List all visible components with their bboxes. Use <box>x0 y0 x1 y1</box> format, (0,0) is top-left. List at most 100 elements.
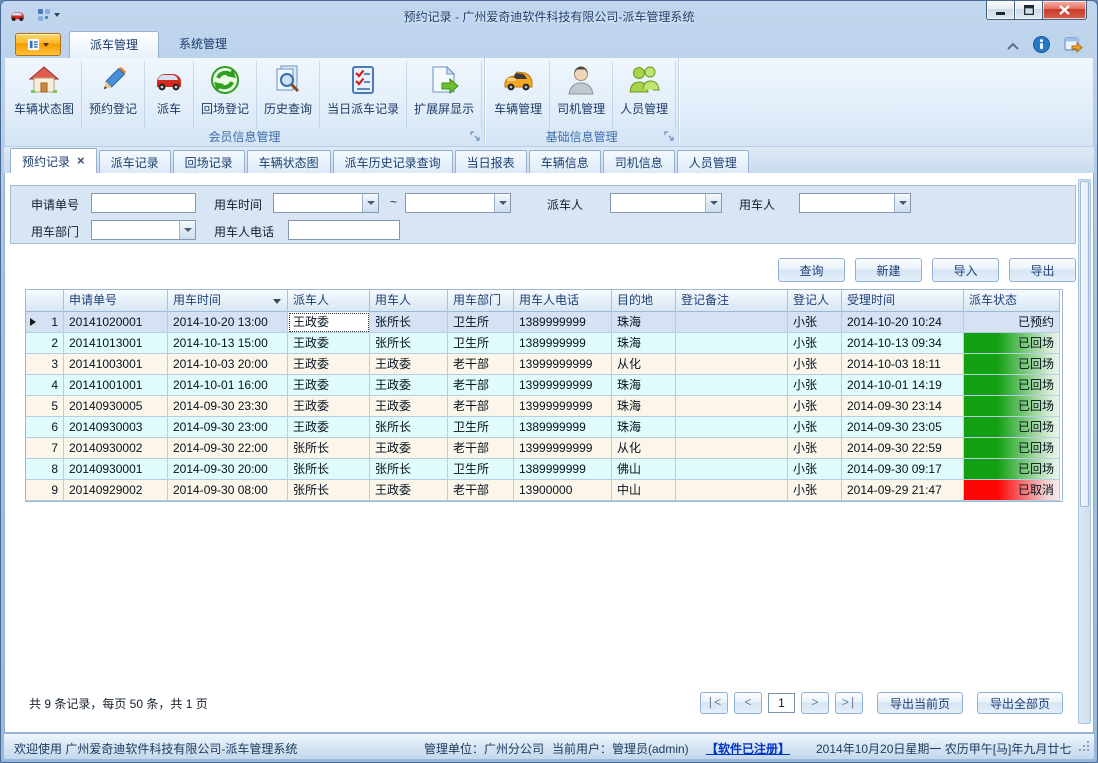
cell-用车部门[interactable]: 卫生所 <box>448 459 514 480</box>
cell-派车人[interactable]: 张所长 <box>288 480 370 501</box>
dialog-launcher-icon[interactable] <box>664 130 674 144</box>
cell-用车人电话[interactable]: 1389999999 <box>514 417 612 438</box>
cell-申请单号[interactable]: 20141020001 <box>64 312 168 333</box>
cell-用车时间[interactable]: 2014-10-20 13:00 <box>168 312 288 333</box>
cell-申请单号[interactable]: 20141013001 <box>64 333 168 354</box>
cell-登记备注[interactable] <box>676 333 788 354</box>
cell-登记备注[interactable] <box>676 459 788 480</box>
ribbon-tab-dispatch-mgmt[interactable]: 派车管理 <box>69 31 159 58</box>
cell-申请单号[interactable]: 20140930002 <box>64 438 168 459</box>
cell-派车人[interactable]: 王政委 <box>288 312 370 333</box>
cell-用车部门[interactable]: 卫生所 <box>448 312 514 333</box>
license-link[interactable]: 【软件已注册】 <box>706 740 790 757</box>
doc-tab-vehicle-info[interactable]: 车辆信息 <box>529 150 601 173</box>
cell-用车人[interactable]: 王政委 <box>370 438 448 459</box>
import-button[interactable]: 导入 <box>932 258 999 282</box>
export-button[interactable]: 导出 <box>1009 258 1076 282</box>
cell-用车时间[interactable]: 2014-09-30 20:00 <box>168 459 288 480</box>
row-number-cell[interactable]: 9 <box>26 480 64 501</box>
doc-tab-dispatch-records[interactable]: 派车记录 <box>99 150 171 173</box>
cell-派车人[interactable]: 张所长 <box>288 459 370 480</box>
cell-受理时间[interactable]: 2014-10-20 10:24 <box>842 312 964 333</box>
column-header-9[interactable]: 受理时间 <box>842 290 964 312</box>
vertical-scrollbar[interactable] <box>1078 179 1091 724</box>
ribbon-button-reserve-register[interactable]: 预约登记 <box>82 61 145 129</box>
cell-用车人电话[interactable]: 13999999999 <box>514 375 612 396</box>
cell-用车人[interactable]: 王政委 <box>370 480 448 501</box>
table-row[interactable]: 7201409300022014-09-30 22:00张所长王政委老干部139… <box>26 438 1062 459</box>
ribbon-button-today-dispatch-records[interactable]: 当日派车记录 <box>320 61 407 129</box>
new-button[interactable]: 新建 <box>855 258 922 282</box>
cell-用车人[interactable]: 王政委 <box>370 396 448 417</box>
cell-用车人[interactable]: 张所长 <box>370 312 448 333</box>
cell-申请单号[interactable]: 20140930003 <box>64 417 168 438</box>
cell-用车人电话[interactable]: 1389999999 <box>514 312 612 333</box>
doc-tab-reserve-records[interactable]: 预约记录× <box>10 148 97 173</box>
doc-tab-driver-info[interactable]: 司机信息 <box>603 150 675 173</box>
cell-dispatch-status[interactable]: 已回场 <box>964 333 1060 354</box>
cell-用车人[interactable]: 王政委 <box>370 354 448 375</box>
cell-用车时间[interactable]: 2014-09-30 23:30 <box>168 396 288 417</box>
first-page-button[interactable]: |< <box>700 692 728 714</box>
table-row[interactable]: 2201410130012014-10-13 15:00王政委张所长卫生所138… <box>26 333 1062 354</box>
column-header-6[interactable]: 目的地 <box>612 290 676 312</box>
table-row[interactable]: 1201410200012014-10-20 13:00王政委张所长卫生所138… <box>26 312 1062 333</box>
help-book-icon[interactable] <box>1064 36 1083 56</box>
cell-用车人电话[interactable]: 13999999999 <box>514 396 612 417</box>
cell-用车部门[interactable]: 老干部 <box>448 375 514 396</box>
cell-目的地[interactable]: 从化 <box>612 354 676 375</box>
cell-用车部门[interactable]: 老干部 <box>448 438 514 459</box>
cell-用车部门[interactable]: 老干部 <box>448 396 514 417</box>
cell-登记备注[interactable] <box>676 417 788 438</box>
cell-用车部门[interactable]: 卫生所 <box>448 417 514 438</box>
column-header-7[interactable]: 登记备注 <box>676 290 788 312</box>
cell-dispatch-status[interactable]: 已回场 <box>964 375 1060 396</box>
cell-目的地[interactable]: 从化 <box>612 438 676 459</box>
cell-登记人[interactable]: 小张 <box>788 417 842 438</box>
cell-派车人[interactable]: 王政委 <box>288 417 370 438</box>
cell-受理时间[interactable]: 2014-10-13 09:34 <box>842 333 964 354</box>
cell-用车人[interactable]: 张所长 <box>370 417 448 438</box>
page-number-input[interactable]: 1 <box>768 693 795 713</box>
cell-登记备注[interactable] <box>676 312 788 333</box>
cell-派车人[interactable]: 王政委 <box>288 333 370 354</box>
ribbon-button-return-register[interactable]: 回场登记 <box>194 61 257 129</box>
cell-受理时间[interactable]: 2014-10-03 18:11 <box>842 354 964 375</box>
cell-目的地[interactable]: 珠海 <box>612 375 676 396</box>
cell-受理时间[interactable]: 2014-09-29 21:47 <box>842 480 964 501</box>
ribbon-button-extend-screen[interactable]: 扩展屏显示 <box>407 61 482 129</box>
minimize-button[interactable] <box>986 1 1015 20</box>
export-all-pages-button[interactable]: 导出全部页 <box>977 692 1063 714</box>
cell-用车时间[interactable]: 2014-09-30 22:00 <box>168 438 288 459</box>
cell-申请单号[interactable]: 20140929002 <box>64 480 168 501</box>
cell-用车时间[interactable]: 2014-10-03 20:00 <box>168 354 288 375</box>
column-header-5[interactable]: 用车人电话 <box>514 290 612 312</box>
cell-dispatch-status[interactable]: 已回场 <box>964 417 1060 438</box>
cell-登记人[interactable]: 小张 <box>788 396 842 417</box>
row-number-cell[interactable]: 2 <box>26 333 64 354</box>
cell-用车部门[interactable]: 卫生所 <box>448 333 514 354</box>
cell-目的地[interactable]: 中山 <box>612 480 676 501</box>
row-number-cell[interactable]: 8 <box>26 459 64 480</box>
cell-申请单号[interactable]: 20141001001 <box>64 375 168 396</box>
table-row[interactable]: 8201409300012014-09-30 20:00张所长张所长卫生所138… <box>26 459 1062 480</box>
cell-申请单号[interactable]: 20141003001 <box>64 354 168 375</box>
cell-dispatch-status[interactable]: 已取消 <box>964 480 1060 501</box>
apply-no-input[interactable] <box>91 193 196 213</box>
dialog-launcher-icon[interactable] <box>470 130 480 144</box>
last-page-button[interactable]: >| <box>835 692 863 714</box>
doc-tab-return-records[interactable]: 回场记录 <box>173 150 245 173</box>
user-combo[interactable] <box>799 193 911 213</box>
cell-登记人[interactable]: 小张 <box>788 438 842 459</box>
cell-用车部门[interactable]: 老干部 <box>448 480 514 501</box>
ribbon-button-history-query[interactable]: 历史查询 <box>257 61 320 129</box>
cell-受理时间[interactable]: 2014-09-30 23:14 <box>842 396 964 417</box>
cell-目的地[interactable]: 佛山 <box>612 459 676 480</box>
cell-登记人[interactable]: 小张 <box>788 312 842 333</box>
column-header-10[interactable]: 派车状态 <box>964 290 1060 312</box>
dispatcher-combo[interactable] <box>610 193 722 213</box>
ribbon-button-vehicle-status-map[interactable]: 车辆状态图 <box>7 61 82 129</box>
cell-受理时间[interactable]: 2014-09-30 09:17 <box>842 459 964 480</box>
cell-目的地[interactable]: 珠海 <box>612 333 676 354</box>
scrollbar-thumb[interactable] <box>1080 181 1089 507</box>
